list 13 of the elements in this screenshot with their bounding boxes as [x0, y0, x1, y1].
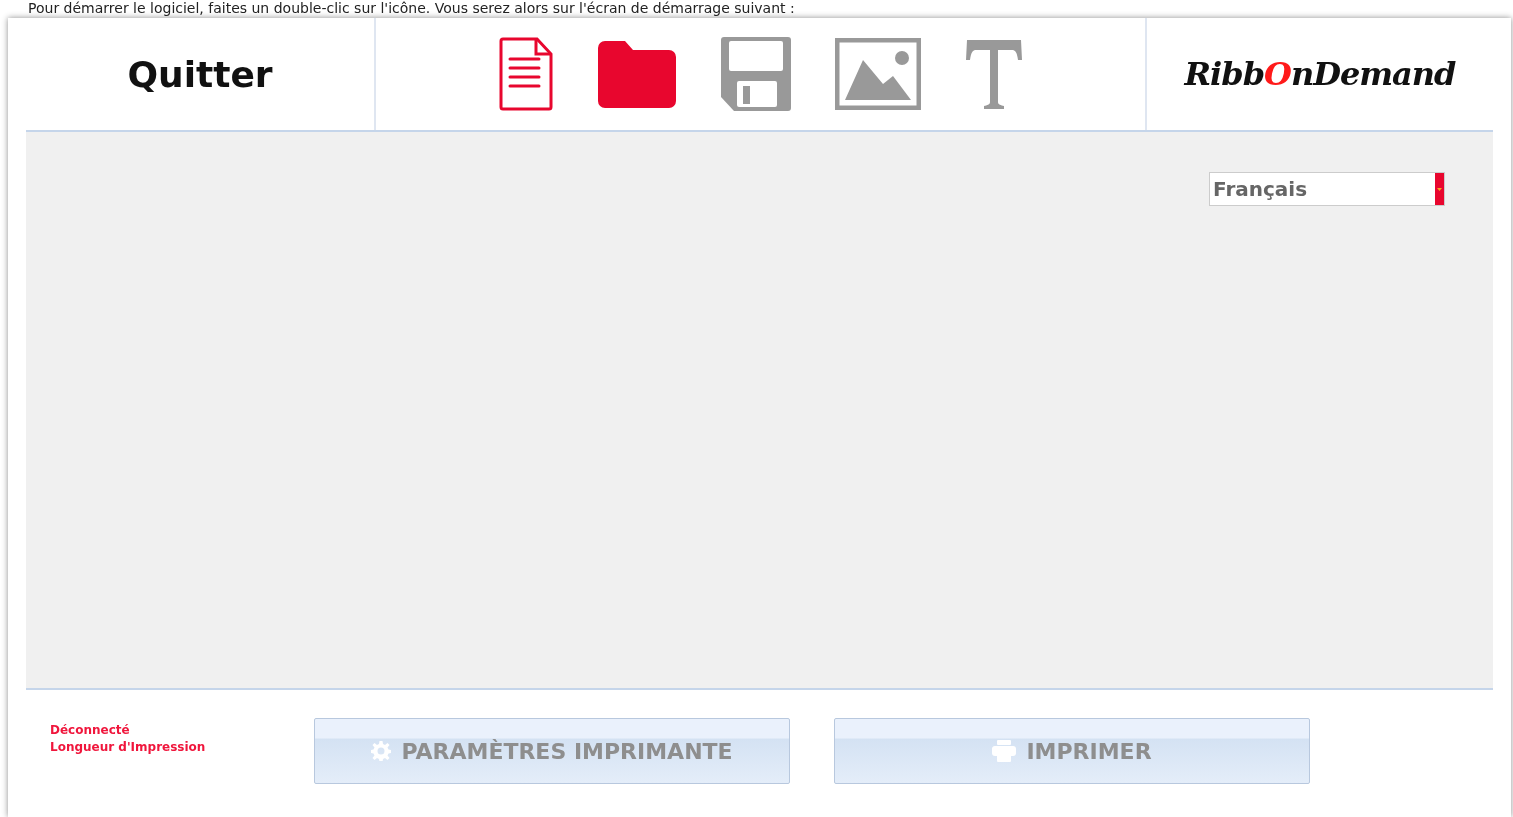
printer-icon [992, 740, 1017, 762]
logo-text: RibbOnDemand [1184, 55, 1456, 93]
folder-icon[interactable] [596, 39, 677, 109]
text-icon[interactable] [964, 38, 1023, 110]
intro-text: Pour démarrer le logiciel, faites un double-clic sur l'icône. Vous serez alors sur l'écran de démarrage suivant : [28, 0, 795, 16]
status-text: Déconnecté [50, 722, 131, 739]
language-dropdown[interactable]: Français [1209, 172, 1445, 206]
quit-link[interactable]: Quitter [127, 53, 273, 95]
document-icon[interactable] [498, 37, 553, 111]
gear-icon [371, 741, 392, 761]
image-icon[interactable] [834, 38, 921, 110]
status-text: Longueur d'Impression [50, 739, 207, 756]
caret-icon [1437, 187, 1442, 191]
